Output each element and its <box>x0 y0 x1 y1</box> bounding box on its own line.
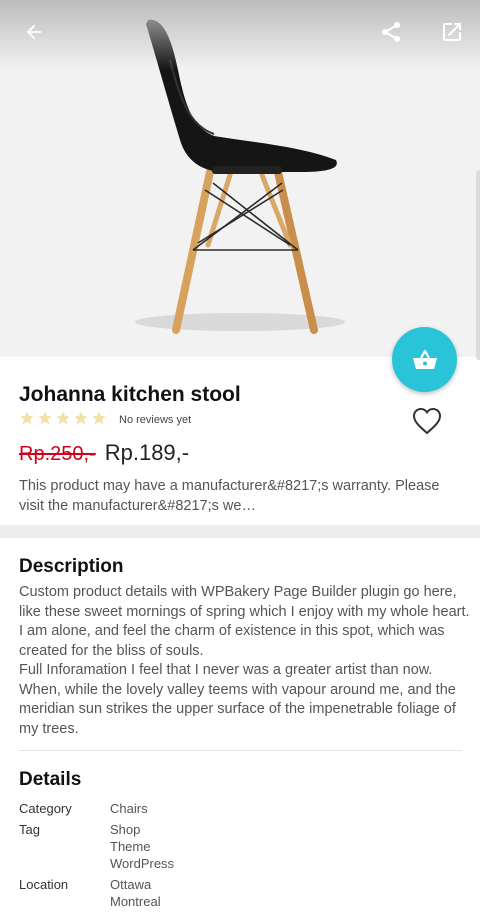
arrow-left-icon <box>26 24 42 40</box>
open-external-icon <box>443 23 461 41</box>
share-button[interactable] <box>373 14 409 50</box>
price-old: Rp.250,- <box>19 443 96 465</box>
detail-label: Tag <box>19 822 40 837</box>
price-row: Rp.250,- Rp.189,- <box>19 440 189 466</box>
product-title: Johanna kitchen stool <box>19 383 241 406</box>
back-button[interactable] <box>16 14 52 50</box>
heart-outline-icon <box>412 407 442 435</box>
detail-label: Location <box>19 877 69 892</box>
tag-link[interactable]: Theme <box>110 838 174 855</box>
description-paragraph: Full Inforamation I feel that I never wa… <box>19 662 456 737</box>
description-paragraph: Custom product details with WPBakery Pag… <box>19 584 470 659</box>
reviews-count[interactable]: No reviews yet <box>119 414 191 426</box>
short-description: This product may have a manufacturer&#82… <box>19 478 440 514</box>
star-icon <box>38 411 52 425</box>
star-icon <box>74 411 88 425</box>
add-to-cart-button[interactable] <box>392 327 457 392</box>
category-link[interactable]: Chairs <box>110 800 148 817</box>
tag-link[interactable]: WordPress <box>110 855 174 872</box>
basket-icon <box>412 349 437 369</box>
detail-label: Category <box>19 801 72 816</box>
price-new: Rp.189,- <box>104 440 190 465</box>
star-icon <box>92 411 106 425</box>
rating-stars <box>19 410 107 426</box>
detail-row-location: Location Ottawa Montreal <box>19 876 174 910</box>
detail-row-category: Category Chairs <box>19 800 174 817</box>
tag-link[interactable]: Shop <box>110 821 174 838</box>
details-list: Category Chairs Tag Shop Theme WordPress… <box>19 800 174 914</box>
description-body: Custom product details with WPBakery Pag… <box>19 583 471 739</box>
open-external-button[interactable] <box>434 14 470 50</box>
product-image <box>0 0 480 357</box>
share-icon <box>382 22 400 42</box>
location-link[interactable]: Ottawa <box>110 876 161 893</box>
star-icon <box>56 411 70 425</box>
details-title: Details <box>19 769 82 790</box>
section-separator <box>0 525 480 538</box>
location-link[interactable]: Montreal <box>110 893 161 910</box>
description-title: Description <box>19 556 124 577</box>
detail-row-tag: Tag Shop Theme WordPress <box>19 821 174 872</box>
wishlist-button[interactable] <box>411 406 443 436</box>
divider <box>19 750 462 751</box>
star-icon <box>20 411 34 425</box>
edge-handle[interactable] <box>476 170 480 360</box>
